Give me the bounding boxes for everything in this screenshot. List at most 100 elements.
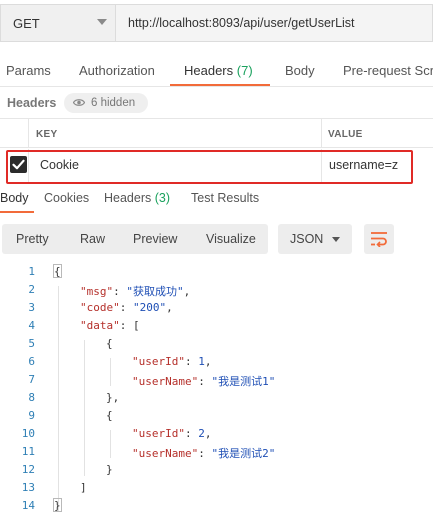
- tab-label: Body: [285, 63, 315, 78]
- response-tab-headers[interactable]: Headers (3): [104, 191, 170, 205]
- method-select[interactable]: GET: [0, 4, 116, 42]
- divider: [0, 86, 433, 87]
- response-tab-test-results[interactable]: Test Results: [191, 191, 259, 205]
- response-tabs: Body Cookies Headers (3) Test Results: [0, 187, 433, 213]
- line-number: 9: [28, 409, 35, 422]
- json-punct: [: [133, 319, 140, 332]
- line-number: 5: [28, 337, 35, 350]
- code-line: 11 "userName": "我是测试2": [0, 442, 433, 460]
- line-number: 13: [21, 481, 35, 494]
- headers-section-title: Headers: [7, 96, 57, 110]
- format-visualize-button[interactable]: Visualize: [206, 232, 256, 246]
- chevron-down-icon: [332, 237, 340, 242]
- tab-label: Params: [6, 63, 51, 78]
- response-toolbar: Pretty Raw Preview Visualize JSON: [0, 224, 433, 254]
- code-line: 9 {: [0, 406, 433, 424]
- line-number: 1: [28, 265, 35, 278]
- line-number: 10: [21, 427, 35, 440]
- code-text: "data": [: [80, 319, 140, 332]
- request-bar: GET http://localhost:8093/api/user/getUs…: [0, 4, 433, 42]
- code-text: "userName": "我是测试2": [132, 447, 276, 460]
- line-number: 3: [28, 301, 35, 314]
- json-key: "data": [80, 319, 120, 332]
- tab-label: Cookies: [44, 191, 90, 205]
- json-value: "200": [133, 301, 167, 314]
- url-text: http://localhost:8093/api/user/getUserLi…: [128, 16, 355, 30]
- response-body-viewer[interactable]: 1 { 2 "msg": "获取成功", 3 "code": "200", 4 …: [0, 262, 433, 529]
- json-value: "获取成功": [126, 285, 184, 298]
- wrap-lines-icon: [371, 232, 387, 247]
- line-number: 14: [21, 499, 35, 512]
- table-row: Cookie username=z: [0, 149, 433, 184]
- tab-label: Headers: [104, 191, 152, 205]
- tab-count: (3): [154, 191, 171, 205]
- tab-label: Test Results: [191, 191, 260, 205]
- code-text: ]: [80, 481, 87, 494]
- code-text: }: [106, 463, 113, 476]
- json-key: "userId": [132, 355, 185, 368]
- request-tabs: Params Authorization Headers (7) Body Pr…: [0, 56, 433, 87]
- code-text: {: [106, 409, 113, 422]
- json-punct: ,: [204, 355, 212, 368]
- code-line: 8 },: [0, 388, 433, 406]
- line-number: 7: [28, 373, 35, 386]
- tab-count: (7): [236, 63, 253, 78]
- code-line: 10 "userId": 2,: [0, 424, 433, 442]
- json-key: "userName": [132, 375, 199, 388]
- code-line: 1 {: [0, 262, 433, 280]
- json-punct: ,: [166, 301, 173, 314]
- column-divider: [28, 119, 29, 147]
- line-number: 11: [21, 445, 35, 458]
- url-input[interactable]: http://localhost:8093/api/user/getUserLi…: [116, 4, 433, 42]
- code-line: 4 "data": [: [0, 316, 433, 334]
- format-raw-button[interactable]: Raw: [80, 232, 105, 246]
- code-line: 13 ]: [0, 478, 433, 496]
- code-line: 6 "userId": 1,: [0, 352, 433, 370]
- tab-label: Pre-request Scri: [343, 63, 433, 78]
- format-preview-button[interactable]: Preview: [133, 232, 177, 246]
- wrap-lines-button[interactable]: [364, 224, 394, 254]
- code-text: },: [106, 391, 120, 404]
- hidden-headers-toggle[interactable]: 6 hidden: [64, 93, 148, 113]
- json-value: 2: [198, 427, 205, 440]
- column-value-header: VALUE: [328, 129, 363, 140]
- code-text: }: [54, 499, 61, 512]
- tab-authorization[interactable]: Authorization: [79, 63, 155, 78]
- highlight-frame: [6, 150, 413, 184]
- code-text: "code": "200",: [80, 301, 173, 314]
- eye-icon: [73, 99, 85, 106]
- json-value: "我是测试1": [211, 375, 276, 388]
- json-key: "code": [80, 301, 120, 314]
- json-key: "userName": [132, 447, 199, 460]
- json-value: "我是测试2": [211, 447, 276, 460]
- code-line: 5 {: [0, 334, 433, 352]
- tab-label: Authorization: [79, 63, 155, 78]
- tab-headers[interactable]: Headers (7): [184, 63, 253, 78]
- column-key-header: KEY: [36, 129, 58, 140]
- tab-body[interactable]: Body: [285, 63, 315, 78]
- tab-params[interactable]: Params: [6, 63, 51, 78]
- language-label: JSON: [290, 232, 324, 246]
- code-line: 7 "userName": "我是测试1": [0, 370, 433, 388]
- tab-pre-request-script[interactable]: Pre-request Scri: [343, 63, 433, 78]
- code-text: {: [106, 337, 113, 350]
- format-pretty-button[interactable]: Pretty: [16, 232, 49, 246]
- hidden-headers-label: 6 hidden: [91, 97, 136, 109]
- code-text: "userId": 1,: [132, 355, 212, 368]
- chevron-down-icon: [97, 19, 107, 25]
- line-number: 8: [28, 391, 35, 404]
- line-number: 4: [28, 319, 35, 332]
- column-divider: [321, 119, 322, 147]
- line-number: 6: [28, 355, 35, 368]
- json-key: "msg": [80, 285, 114, 298]
- language-select[interactable]: JSON: [278, 224, 352, 254]
- json-punct: ,: [183, 285, 191, 298]
- format-group: Pretty Raw Preview Visualize: [2, 224, 268, 254]
- code-text: {: [54, 265, 61, 278]
- code-line: 14 }: [0, 496, 433, 514]
- json-key: "userId": [132, 427, 185, 440]
- response-tab-body[interactable]: Body: [0, 191, 29, 205]
- response-tab-cookies[interactable]: Cookies: [44, 191, 89, 205]
- code-line: 2 "msg": "获取成功",: [0, 280, 433, 298]
- line-number: 2: [28, 283, 35, 296]
